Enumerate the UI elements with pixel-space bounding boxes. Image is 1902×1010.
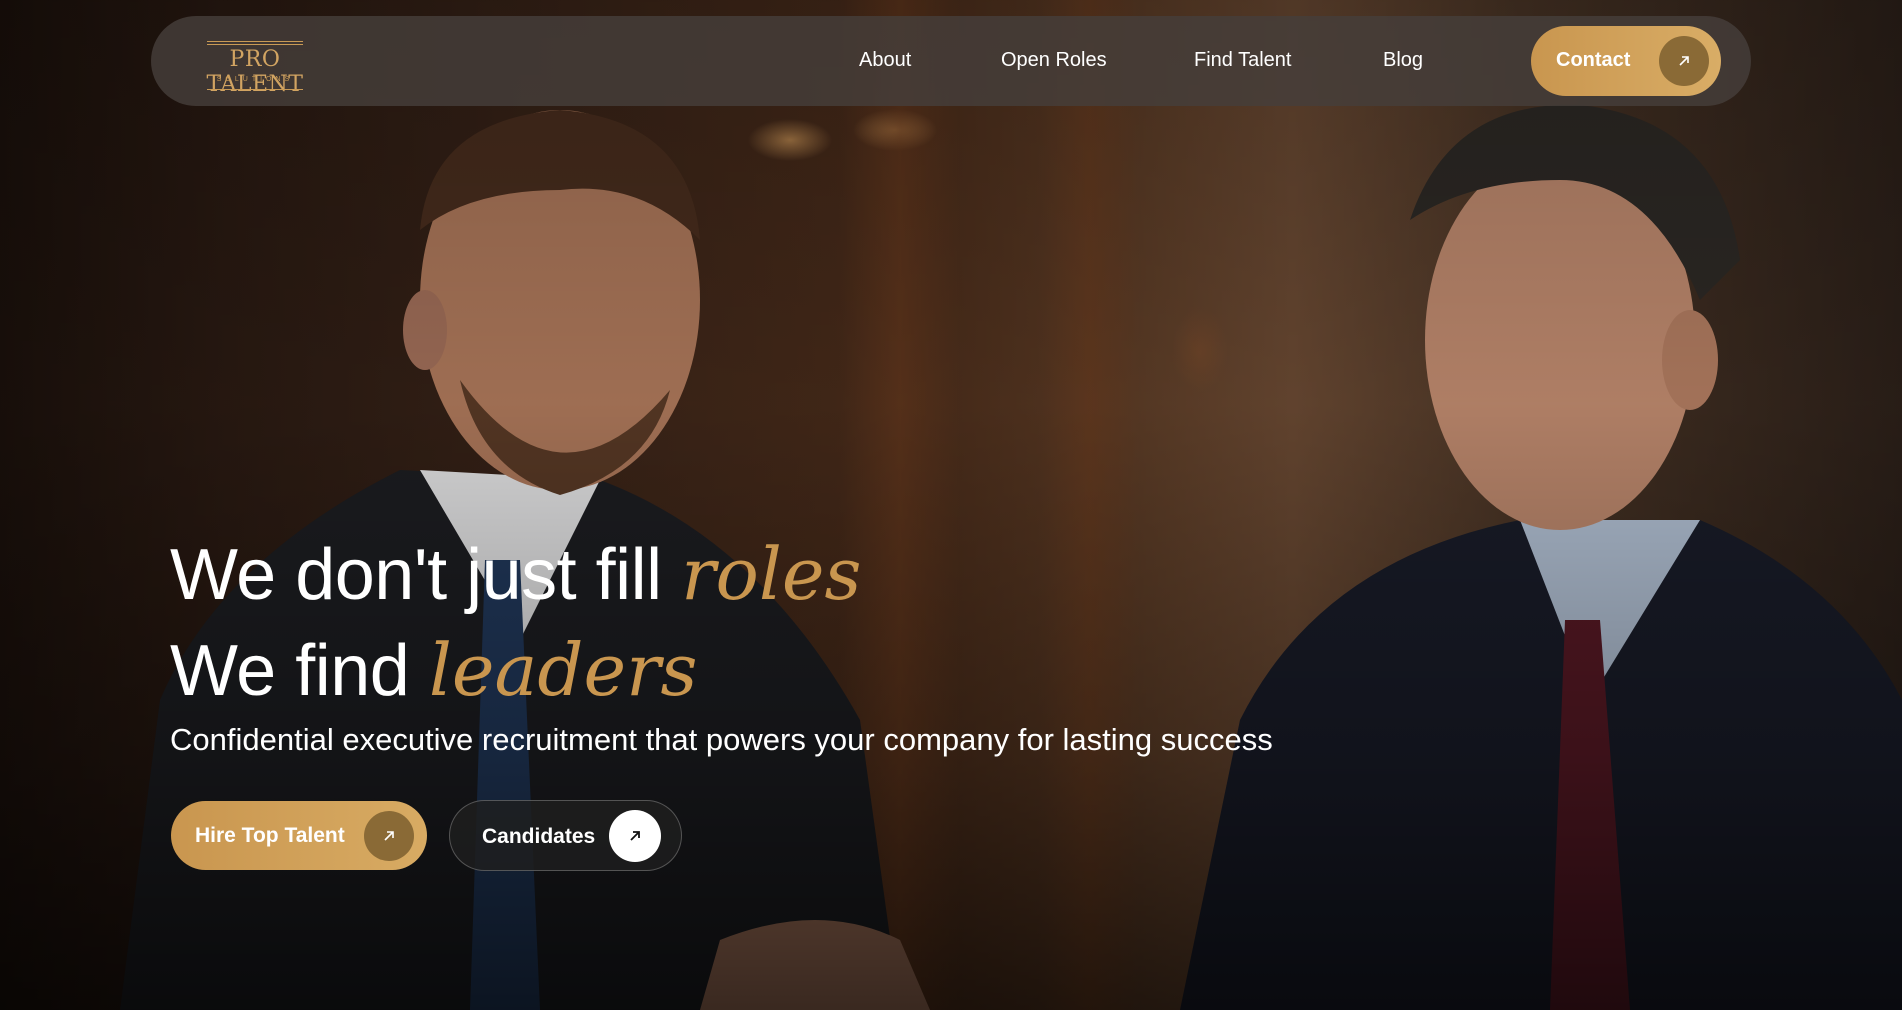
nav-link-blog[interactable]: Blog — [1383, 49, 1423, 72]
hero-headline-line-1: We don't just fill roles — [170, 532, 862, 616]
top-navbar: PRO TALENT SOLUTIONS About Open Roles Fi… — [151, 16, 1751, 106]
nav-link-about[interactable]: About — [859, 49, 911, 72]
headline-text-1: We don't just fill — [170, 535, 662, 615]
headline-text-2: We find — [170, 631, 410, 711]
hero-headline-line-2: We find leaders — [170, 628, 697, 712]
contact-button[interactable]: Contact — [1531, 26, 1721, 96]
candidates-button[interactable]: Candidates — [449, 800, 682, 871]
candidates-label: Candidates — [482, 825, 596, 848]
arrow-up-right-icon — [1659, 36, 1709, 86]
hire-top-talent-button[interactable]: Hire Top Talent — [171, 801, 427, 870]
contact-button-label: Contact — [1556, 49, 1631, 71]
brand-tagline: SOLUTIONS — [216, 76, 294, 83]
arrow-up-right-icon — [364, 811, 414, 861]
hero-subtitle: Confidential executive recruitment that … — [170, 722, 1273, 757]
arrow-up-right-icon — [609, 810, 661, 862]
headline-accent-leaders: leaders — [428, 628, 698, 712]
headline-accent-roles: roles — [681, 532, 862, 616]
brand-logo[interactable]: PRO TALENT SOLUTIONS — [185, 28, 325, 97]
nav-link-find-talent[interactable]: Find Talent — [1194, 49, 1291, 72]
hire-top-talent-label: Hire Top Talent — [195, 824, 345, 847]
nav-link-open-roles[interactable]: Open Roles — [1001, 49, 1107, 72]
